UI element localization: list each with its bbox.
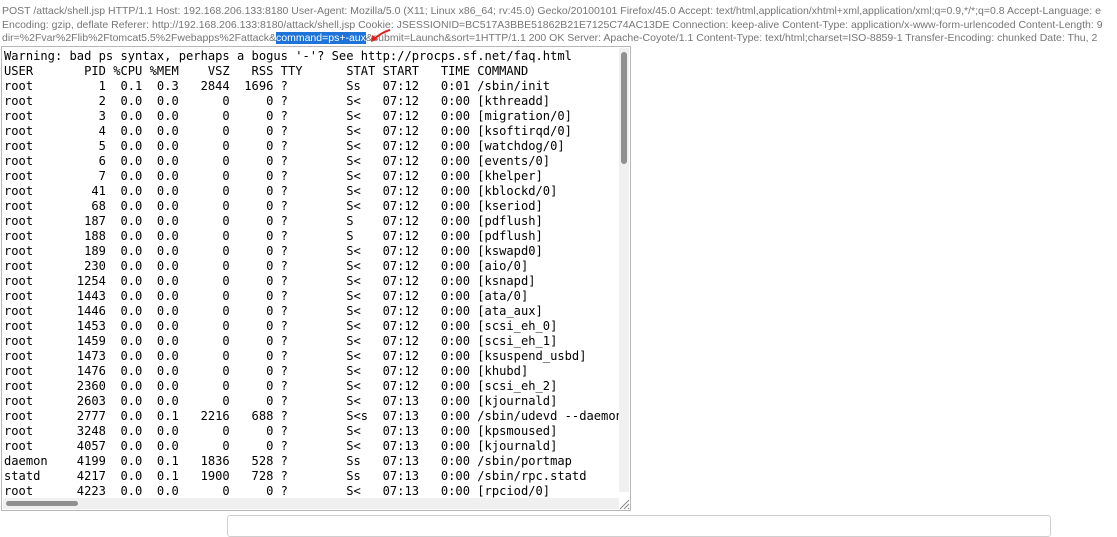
process-row: root 7 0.0 0.0 0 0 ? S< 07:12 0:00 [khel…: [4, 169, 543, 183]
command-output-textarea[interactable]: Warning: bad ps syntax, perhaps a bogus …: [1, 46, 631, 511]
process-row: root 189 0.0 0.0 0 0 ? S< 07:12 0:00 [ks…: [4, 244, 543, 258]
process-row: root 2603 0.0 0.0 0 0 ? S< 07:13 0:00 [k…: [4, 394, 558, 408]
process-row: root 2360 0.0 0.0 0 0 ? S< 07:12 0:00 [s…: [4, 379, 558, 393]
http-log-line-1: POST /attack/shell.jsp HTTP/1.1 Host: 19…: [2, 5, 1101, 17]
process-row: root 4223 0.0 0.0 0 0 ? S< 07:13 0:00 [r…: [4, 484, 551, 498]
process-row: root 1459 0.0 0.0 0 0 ? S< 07:12 0:00 [s…: [4, 334, 558, 348]
process-row: root 68 0.0 0.0 0 0 ? S< 07:12 0:00 [kse…: [4, 199, 543, 213]
process-row: root 41 0.0 0.0 0 0 ? S< 07:12 0:00 [kbl…: [4, 184, 558, 198]
http-log-rest: &submit=Launch&sort=1HTTP/1.1 200 OK Ser…: [365, 32, 1098, 44]
process-row: statd 4217 0.0 0.1 1900 728 ? Ss 07:13 0…: [4, 469, 587, 483]
process-row: root 2777 0.0 0.1 2216 688 ? S<s 07:13 0…: [4, 409, 620, 423]
process-row: root 230 0.0 0.0 0 0 ? S< 07:12 0:00 [ai…: [4, 259, 529, 273]
process-row: root 1446 0.0 0.0 0 0 ? S< 07:12 0:00 [a…: [4, 304, 543, 318]
process-row: root 4057 0.0 0.0 0 0 ? S< 07:13 0:00 [k…: [4, 439, 558, 453]
ps-header-line: USER PID %CPU %MEM VSZ RSS TTY STAT STAR…: [4, 64, 529, 78]
process-row: root 5 0.0 0.0 0 0 ? S< 07:12 0:00 [watc…: [4, 139, 565, 153]
bottom-form-panel: [227, 515, 1051, 537]
highlighted-command-param: command=ps+-aux: [276, 32, 366, 44]
process-row: root 1453 0.0 0.0 0 0 ? S< 07:12 0:00 [s…: [4, 319, 558, 333]
process-row: root 2 0.0 0.0 0 0 ? S< 07:12 0:00 [kthr…: [4, 94, 551, 108]
process-row: root 3 0.0 0.0 0 0 ? S< 07:12 0:00 [migr…: [4, 109, 572, 123]
process-row: root 1 0.1 0.3 2844 1696 ? Ss 07:12 0:01…: [4, 79, 551, 93]
process-row: root 1473 0.0 0.0 0 0 ? S< 07:12 0:00 [k…: [4, 349, 587, 363]
horizontal-scroll-thumb[interactable]: [6, 501, 78, 506]
vertical-scrollbar[interactable]: [619, 48, 629, 492]
red-arrow-icon: [371, 29, 391, 42]
command-output-text: Warning: bad ps syntax, perhaps a bogus …: [4, 49, 620, 499]
process-row: root 1476 0.0 0.0 0 0 ? S< 07:12 0:00 [k…: [4, 364, 529, 378]
http-log-line-2: Encoding: gzip, deflate Referer: http://…: [2, 18, 1103, 31]
process-row: root 188 0.0 0.0 0 0 ? S 07:12 0:00 [pdf…: [4, 229, 543, 243]
resize-grip-icon[interactable]: [618, 498, 630, 510]
ps-warning-line: Warning: bad ps syntax, perhaps a bogus …: [4, 49, 572, 63]
process-row: root 6 0.0 0.0 0 0 ? S< 07:12 0:00 [even…: [4, 154, 551, 168]
vertical-scroll-thumb[interactable]: [621, 52, 627, 164]
process-row: root 3248 0.0 0.0 0 0 ? S< 07:13 0:00 [k…: [4, 424, 558, 438]
process-row: root 4 0.0 0.0 0 0 ? S< 07:12 0:00 [ksof…: [4, 124, 572, 138]
process-row: root 187 0.0 0.0 0 0 ? S 07:12 0:00 [pdf…: [4, 214, 543, 228]
process-row: daemon 4199 0.0 0.1 1836 528 ? Ss 07:13 …: [4, 454, 572, 468]
http-request-log: POST /attack/shell.jsp HTTP/1.1 Host: 19…: [2, 5, 1117, 46]
http-log-line-3: dir=%2Fvar%2Flib%2Ftomcat5.5%2Fwebapps%2…: [2, 32, 1117, 46]
http-log-dir-param: dir=%2Fvar%2Flib%2Ftomcat5.5%2Fwebapps%2…: [2, 32, 276, 44]
horizontal-scrollbar[interactable]: [3, 498, 619, 509]
process-row: root 1443 0.0 0.0 0 0 ? S< 07:12 0:00 [a…: [4, 289, 529, 303]
process-row: root 1254 0.0 0.0 0 0 ? S< 07:12 0:00 [k…: [4, 274, 536, 288]
